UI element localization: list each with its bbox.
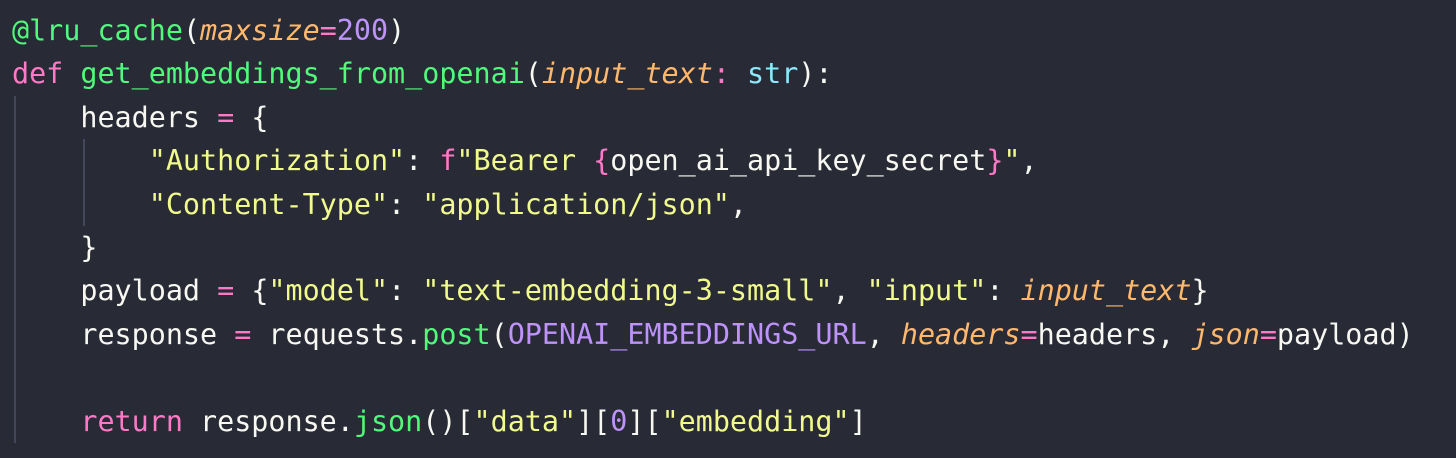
code-token: f — [439, 144, 457, 178]
code-token: , — [729, 187, 747, 221]
code-token: { — [593, 144, 611, 178]
code-token: "data" — [473, 404, 577, 438]
code-token: payload — [1276, 317, 1397, 351]
code-token: ()[ — [422, 404, 474, 438]
code-token: ): — [798, 57, 833, 91]
code-token: "embedding" — [661, 404, 850, 438]
code-editor[interactable]: @lru_cache(maxsize=200) def get_embedding… — [0, 0, 1456, 458]
code-block[interactable]: @lru_cache(maxsize=200) def get_embedding… — [12, 9, 1456, 443]
code-token: : — [388, 187, 423, 221]
indent-guide — [14, 356, 16, 400]
code-token: , — [866, 317, 901, 351]
indent-guide — [14, 95, 16, 140]
code-token: json — [353, 404, 423, 438]
code-line — [12, 356, 1456, 400]
code-token: headers — [80, 100, 201, 134]
code-token: , — [1020, 144, 1038, 178]
code-token: payload — [80, 274, 201, 308]
code-token: response — [80, 317, 218, 351]
code-token: } — [80, 230, 98, 264]
code-token: ) — [1396, 317, 1414, 351]
code-token: ][ — [576, 404, 611, 438]
code-token: input_text — [1020, 274, 1192, 308]
code-token: { — [251, 274, 269, 308]
indent-guide — [14, 225, 16, 270]
code-token: OPENAI_EMBEDDINGS_URL — [507, 317, 867, 351]
indent-guide — [14, 139, 16, 183]
code-token: ( — [182, 14, 201, 47]
code-token: = — [1020, 317, 1038, 351]
code-token: input_text — [541, 57, 713, 91]
code-token: "text-embedding-3-small" — [422, 274, 833, 308]
code-token: : — [388, 274, 423, 308]
indent-guide — [14, 312, 16, 357]
code-token: headers — [1037, 317, 1158, 351]
code-line: def get_embeddings_from_openai(input_tex… — [12, 52, 1456, 95]
code-token: } — [1191, 274, 1209, 308]
code-token: def — [12, 57, 64, 91]
code-token: "input" — [866, 274, 987, 308]
code-token: " — [1003, 144, 1021, 178]
code-token: ( — [490, 317, 508, 351]
code-token: ][ — [627, 404, 662, 438]
code-token: = — [319, 14, 337, 47]
code-token: ( — [524, 57, 542, 91]
code-line: "Content-Type": "application/json", — [12, 182, 1456, 226]
code-token: ) — [388, 14, 406, 47]
code-token: , — [832, 274, 867, 308]
code-token: : — [986, 274, 1021, 308]
code-line: payload = {"model": "text-embedding-3-sm… — [12, 269, 1456, 313]
code-token: return — [80, 404, 183, 438]
code-token: : — [712, 57, 748, 91]
code-token: open_ai_api_key_secret — [610, 144, 987, 178]
code-token: headers — [900, 317, 1021, 351]
code-token: ] — [849, 404, 867, 438]
code-line: "Authorization": f"Bearer {open_ai_api_k… — [12, 139, 1456, 183]
code-token: = — [1259, 317, 1277, 351]
code-token: 0 — [610, 404, 628, 438]
code-token: = — [200, 274, 252, 308]
code-token: "model" — [268, 274, 389, 308]
code-line: headers = { — [12, 95, 1456, 140]
code-token: "application/json" — [422, 187, 730, 221]
indent-guide — [14, 182, 16, 226]
code-token: = — [217, 317, 269, 351]
code-token: "Bearer — [456, 144, 594, 178]
code-token: { — [251, 100, 269, 134]
code-token: "Content-Type" — [148, 187, 389, 221]
code-line: return response.json()["data"][0]["embed… — [12, 399, 1456, 443]
code-token: maxsize — [200, 14, 320, 47]
code-line: } — [12, 225, 1456, 270]
code-token: response. — [182, 404, 354, 438]
code-token: str — [747, 57, 799, 91]
code-token: 200 — [336, 14, 389, 47]
code-token: @lru_cache — [12, 14, 183, 47]
indent-guide — [83, 139, 85, 183]
code-token: : — [405, 144, 440, 178]
code-token: , — [1157, 317, 1192, 351]
code-token: "Authorization" — [148, 144, 406, 178]
code-token: } — [986, 144, 1004, 178]
code-token: json — [1191, 317, 1260, 351]
code-token: get_embeddings_from_openai — [80, 57, 525, 91]
indent-guide — [83, 182, 85, 226]
code-token: post — [422, 317, 491, 351]
code-token: requests. — [268, 317, 423, 351]
indent-guide — [14, 269, 16, 313]
code-token: = — [200, 100, 252, 134]
code-line: response = requests.post(OPENAI_EMBEDDIN… — [12, 312, 1456, 357]
code-line: @lru_cache(maxsize=200) — [12, 9, 1456, 52]
indent-guide — [14, 399, 16, 443]
